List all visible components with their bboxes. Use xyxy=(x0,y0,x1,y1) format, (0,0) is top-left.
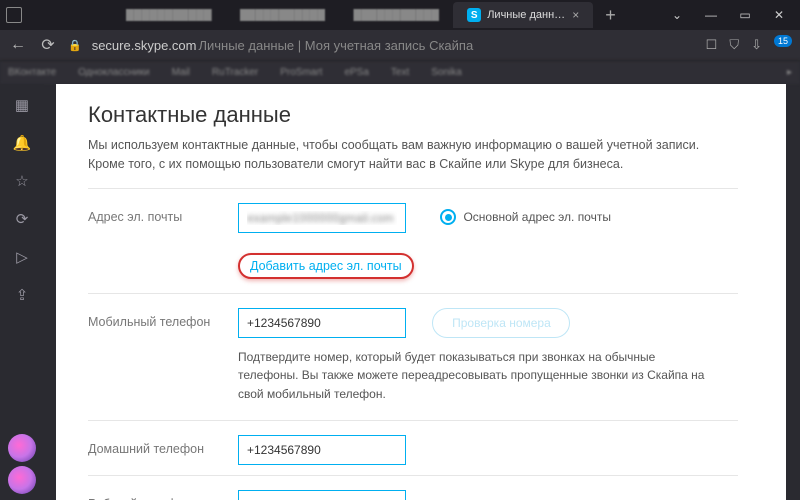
url-path: Личные данные | Моя учетная запись Скайп… xyxy=(198,38,473,53)
shield-icon[interactable]: ⛉ xyxy=(729,37,739,53)
add-email-highlight: Добавить адрес эл. почты xyxy=(238,253,414,279)
bookmark-item[interactable]: RuTracker xyxy=(212,67,258,78)
home-phone-row: Домашний телефон xyxy=(88,435,738,465)
url-domain: secure.skype.com xyxy=(92,38,197,53)
maximize-button[interactable]: ▭ xyxy=(730,3,760,27)
window-controls: ⌄ — ▭ ✕ xyxy=(662,3,794,27)
download-badge: 15 xyxy=(774,35,792,47)
avatar[interactable] xyxy=(8,434,36,462)
address-bar: ← ⟳ 🔒 secure.skype.com Личные данные | М… xyxy=(0,30,800,60)
home-phone-input[interactable] xyxy=(238,435,406,465)
tab-title: Личные данные | Мо xyxy=(487,9,566,21)
bookmark-item[interactable]: Text xyxy=(391,67,409,78)
bookmark-icon[interactable]: ☐ xyxy=(706,37,718,53)
tab-strip: ███████████ ███████████ ███████████ S Ли… xyxy=(112,0,662,30)
star-icon[interactable]: ☆ xyxy=(15,172,28,190)
bookmark-overflow[interactable]: ▸ xyxy=(787,67,792,78)
back-button[interactable]: ← xyxy=(8,36,28,54)
window-titlebar: ███████████ ███████████ ███████████ S Ли… xyxy=(0,0,800,30)
add-email-link[interactable]: Добавить адрес эл. почты xyxy=(250,259,402,273)
page-scroll[interactable]: Контактные данные Мы используем контактн… xyxy=(56,84,786,500)
work-phone-label: Рабочий телефон xyxy=(88,490,238,500)
radio-checked-icon xyxy=(440,209,456,225)
email-input[interactable] xyxy=(238,203,406,233)
mobile-label: Мобильный телефон xyxy=(88,308,238,329)
app-icon xyxy=(6,7,22,23)
page-heading: Контактные данные xyxy=(88,102,738,128)
tab-active[interactable]: S Личные данные | Мо × xyxy=(453,2,593,28)
bookmarks-bar: ВКонтакте Одноклассники Mail RuTracker P… xyxy=(0,60,800,84)
history-icon[interactable]: ⟳ xyxy=(16,210,29,228)
bookmark-item[interactable]: Sonika xyxy=(431,67,462,78)
url-display[interactable]: secure.skype.com Личные данные | Моя уче… xyxy=(92,38,474,53)
home-phone-label: Домашний телефон xyxy=(88,435,238,456)
work-phone-row: Рабочий телефон xyxy=(88,490,738,500)
primary-email-radio[interactable]: Основной адрес эл. почты xyxy=(440,209,611,225)
apps-icon[interactable]: ▦ xyxy=(15,96,29,114)
avatar[interactable] xyxy=(8,466,36,494)
close-tab-icon[interactable]: × xyxy=(572,8,579,22)
bookmark-item[interactable]: ВКонтакте xyxy=(8,67,56,78)
work-phone-input[interactable] xyxy=(238,490,406,500)
share-icon[interactable]: ⇪ xyxy=(16,286,29,304)
mobile-input[interactable] xyxy=(238,308,406,338)
skype-icon: S xyxy=(467,8,481,22)
divider xyxy=(88,188,738,189)
new-tab-button[interactable]: + xyxy=(593,5,628,26)
tab-inactive[interactable]: ███████████ xyxy=(226,2,340,28)
bookmark-item[interactable]: ePSa xyxy=(344,67,368,78)
download-icon[interactable]: ⇩ xyxy=(751,37,762,53)
bookmark-item[interactable]: ProSmart xyxy=(280,67,322,78)
tab-inactive[interactable]: ███████████ xyxy=(339,2,453,28)
lock-icon: 🔒 xyxy=(68,39,82,52)
hide-button[interactable]: ⌄ xyxy=(662,3,692,27)
page-intro: Мы используем контактные данные, чтобы с… xyxy=(88,136,708,174)
bookmark-item[interactable]: Одноклассники xyxy=(78,67,149,78)
divider xyxy=(88,475,738,476)
divider xyxy=(88,420,738,421)
tab-inactive[interactable]: ███████████ xyxy=(112,2,226,28)
reload-button[interactable]: ⟳ xyxy=(38,35,58,55)
close-window-button[interactable]: ✕ xyxy=(764,3,794,27)
play-icon[interactable]: ▷ xyxy=(16,248,28,266)
bell-icon[interactable]: 🔔 xyxy=(13,134,32,152)
email-label: Адрес эл. почты xyxy=(88,203,238,224)
divider xyxy=(88,293,738,294)
mobile-help-text: Подтвердите номер, который будет показыв… xyxy=(238,348,718,404)
page-content: Контактные данные Мы используем контактн… xyxy=(56,84,786,500)
primary-email-label: Основной адрес эл. почты xyxy=(463,210,611,224)
bookmark-item[interactable]: Mail xyxy=(172,67,190,78)
mobile-row: Мобильный телефон Проверка номера xyxy=(88,308,738,338)
email-row: Адрес эл. почты Основной адрес эл. почты xyxy=(88,203,738,233)
verify-number-button[interactable]: Проверка номера xyxy=(432,308,570,338)
minimize-button[interactable]: — xyxy=(696,3,726,27)
